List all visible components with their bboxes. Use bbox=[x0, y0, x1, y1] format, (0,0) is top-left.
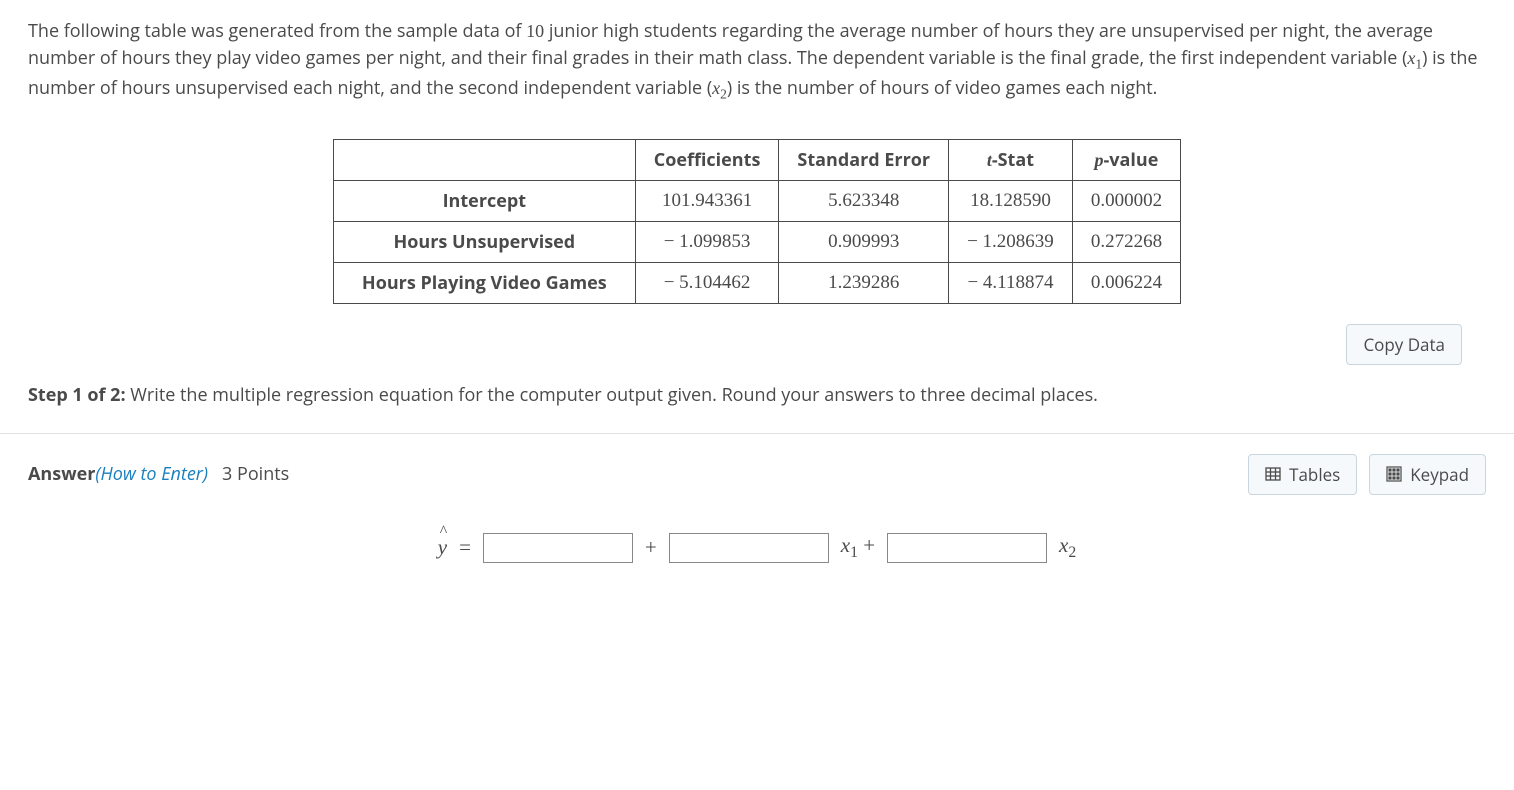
how-to-enter-link[interactable]: (How to Enter) bbox=[95, 462, 208, 486]
header-blank bbox=[333, 139, 635, 180]
coef-x2-input[interactable] bbox=[887, 533, 1047, 563]
header-tstat: t-Stat bbox=[949, 139, 1073, 180]
table-icon bbox=[1265, 466, 1281, 482]
step-text: Write the multiple regression equation f… bbox=[126, 383, 1098, 407]
problem-statement: The following table was generated from t… bbox=[28, 18, 1486, 105]
row-label-hours-unsupervised: Hours Unsupervised bbox=[333, 221, 635, 262]
sample-size: 10 bbox=[526, 21, 544, 41]
points-label: 3 Points bbox=[222, 462, 289, 486]
step-instruction: Step 1 of 2: Write the multiple regressi… bbox=[28, 383, 1486, 407]
tables-button[interactable]: Tables bbox=[1248, 454, 1357, 495]
cell-tstat: − 4.118874 bbox=[949, 262, 1073, 303]
regression-equation: y = + x1 + x2 bbox=[28, 533, 1486, 563]
row-label-hours-video-games: Hours Playing Video Games bbox=[333, 262, 635, 303]
problem-text-a: The following table was generated from t… bbox=[28, 19, 526, 43]
cell-coeff: − 1.099853 bbox=[635, 221, 779, 262]
answer-label: Answer(How to Enter) bbox=[28, 462, 208, 486]
step-label: Step 1 of 2: bbox=[28, 383, 126, 407]
table-row: Intercept 101.943361 5.623348 18.128590 … bbox=[333, 180, 1180, 221]
x1-term: x1 + bbox=[841, 533, 875, 562]
header-pvalue: p-value bbox=[1072, 139, 1180, 180]
header-standard-error: Standard Error bbox=[779, 139, 949, 180]
copy-data-label: Copy Data bbox=[1363, 333, 1445, 356]
intercept-input[interactable] bbox=[483, 533, 633, 563]
copy-data-button[interactable]: Copy Data bbox=[1346, 324, 1462, 365]
cell-se: 0.909993 bbox=[779, 221, 949, 262]
table-row: Hours Playing Video Games − 5.104462 1.2… bbox=[333, 262, 1180, 303]
table-header-row: Coefficients Standard Error t-Stat p-val… bbox=[333, 139, 1180, 180]
coef-x1-input[interactable] bbox=[669, 533, 829, 563]
x2-var: x bbox=[712, 78, 720, 98]
y-hat-symbol: y bbox=[438, 535, 447, 560]
cell-tstat: − 1.208639 bbox=[949, 221, 1073, 262]
keypad-label: Keypad bbox=[1410, 463, 1469, 486]
cell-tstat: 18.128590 bbox=[949, 180, 1073, 221]
cell-pvalue: 0.006224 bbox=[1072, 262, 1180, 303]
tables-label: Tables bbox=[1289, 463, 1340, 486]
row-label-intercept: Intercept bbox=[333, 180, 635, 221]
cell-se: 1.239286 bbox=[779, 262, 949, 303]
x2-sub: 2 bbox=[720, 86, 727, 101]
cell-pvalue: 0.272268 bbox=[1072, 221, 1180, 262]
cell-pvalue: 0.000002 bbox=[1072, 180, 1180, 221]
cell-se: 5.623348 bbox=[779, 180, 949, 221]
plus-sign-1: + bbox=[645, 535, 657, 560]
equals-sign: = bbox=[459, 535, 471, 560]
keypad-icon bbox=[1386, 466, 1402, 482]
problem-text-d: ) is the number of hours of video games … bbox=[727, 76, 1158, 100]
cell-coeff: 101.943361 bbox=[635, 180, 779, 221]
divider bbox=[0, 433, 1514, 434]
x2-term: x2 bbox=[1059, 533, 1076, 562]
regression-table: Coefficients Standard Error t-Stat p-val… bbox=[333, 139, 1181, 304]
keypad-button[interactable]: Keypad bbox=[1369, 454, 1486, 495]
cell-coeff: − 5.104462 bbox=[635, 262, 779, 303]
table-row: Hours Unsupervised − 1.099853 0.909993 −… bbox=[333, 221, 1180, 262]
header-coefficients: Coefficients bbox=[635, 139, 779, 180]
